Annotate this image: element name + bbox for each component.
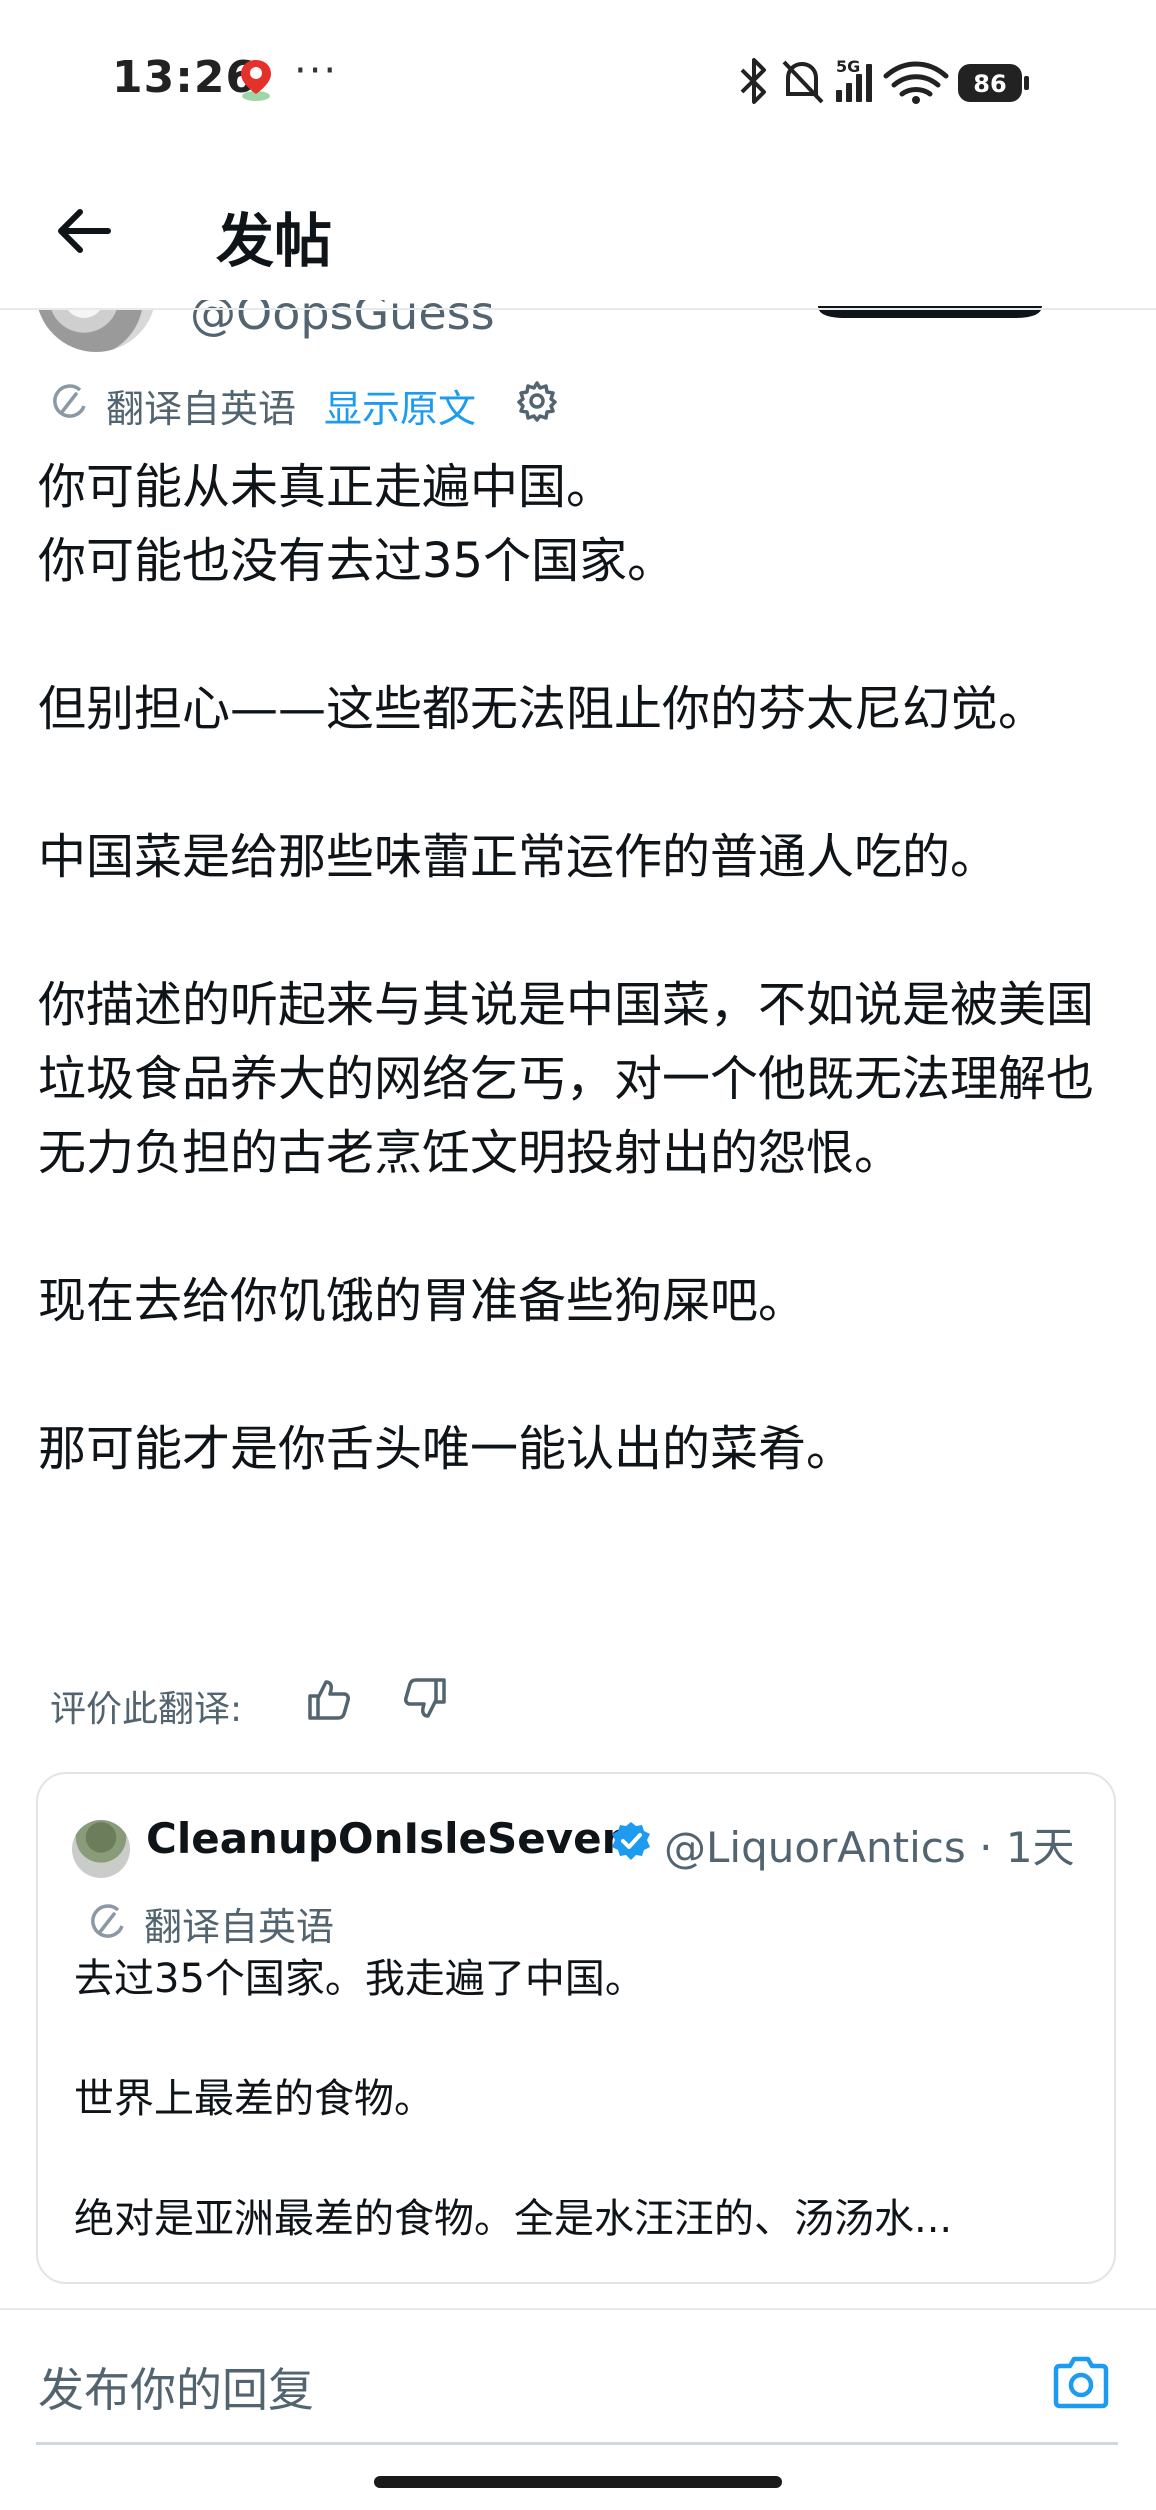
rate-translation-row: 评价此翻译: (50, 1672, 550, 1732)
post-paragraph: 你可能从未真正走遍中国。 你可能也没有去过35个国家。 (38, 459, 676, 589)
header-divider (0, 308, 1156, 310)
quoted-translated-from-label: 翻译自英语 (144, 1905, 335, 1949)
system-status-icons: 5G 86 (740, 57, 1029, 104)
quoted-post-text: 去过35个国家。我走遍了中国。 世界上最差的食物。 绝对是亚洲最差的食物。全是水… (74, 1950, 1094, 2310)
bluetooth-icon (740, 58, 766, 104)
post-paragraph: 但别担心——这些都无法阻止你的芬太尼幻觉。 (38, 681, 1047, 737)
quoted-post-card[interactable]: CleanupOnIsleSeven @LiquorAntics · 1天 翻译… (36, 1772, 1116, 2284)
reply-divider (0, 2308, 1156, 2310)
battery-icon: 86 (958, 64, 1029, 102)
quoted-paragraph: 去过35个国家。我走遍了中国。 (74, 1956, 645, 2002)
map-pin-icon (241, 60, 271, 101)
status-bar: 13:26 ··· 5G 86 (0, 0, 1156, 160)
translation-row: 翻译自英语 显示原文 (50, 378, 650, 431)
page-title: 发帖 (216, 207, 333, 275)
svg-text:86: 86 (973, 70, 1006, 98)
muted-bell-icon (782, 60, 824, 104)
post-text: 你可能从未真正走遍中国。 你可能也没有去过35个国家。 但别担心——这些都无法阻… (38, 450, 1118, 1486)
camera-icon[interactable] (1050, 2354, 1112, 2412)
thumbs-up-icon[interactable] (306, 1676, 352, 1722)
more-notifications-icon: ··· (294, 48, 339, 94)
quoted-paragraph: 绝对是亚洲最差的食物。全是水汪汪的、汤汤水... (74, 2196, 953, 2242)
quoted-author-meta: @LiquorAntics · 1天 (664, 1823, 1075, 1872)
translate-icon (91, 1904, 124, 1938)
home-indicator[interactable] (374, 2476, 782, 2488)
wifi-icon (883, 61, 949, 97)
verified-badge-icon (612, 1822, 650, 1860)
post-paragraph: 你描述的听起来与其说是中国菜，不如说是被美国垃圾食品养大的网络乞丐，对一个他既无… (38, 977, 1095, 1181)
back-arrow-icon[interactable] (50, 196, 120, 266)
translated-from-label: 翻译自英语 (106, 387, 297, 431)
rate-translation-label: 评价此翻译: (50, 1689, 243, 1730)
author-handle[interactable]: @OopsGuess (190, 300, 495, 340)
post-paragraph: 现在去给你饥饿的胃准备些狗屎吧。 (38, 1273, 807, 1329)
post-paragraph: 那可能才是你舌头唯一能认出的菜肴。 (38, 1421, 855, 1477)
thumbs-down-icon[interactable] (402, 1676, 448, 1722)
quoted-author-name: CleanupOnIsleSeven (146, 1814, 632, 1863)
reply-input-underline (36, 2442, 1118, 2445)
quoted-paragraph: 世界上最差的食物。 (74, 2076, 434, 2122)
gear-icon[interactable] (516, 380, 558, 422)
translate-icon (53, 384, 86, 418)
network-type-label: 5G (836, 57, 860, 76)
post-paragraph: 中国菜是给那些味蕾正常运作的普通人吃的。 (38, 829, 999, 885)
quoted-author-avatar (72, 1820, 130, 1878)
reply-input[interactable]: 发布你的回复 (38, 2354, 314, 2420)
show-original-link[interactable]: 显示原文 (324, 378, 476, 433)
